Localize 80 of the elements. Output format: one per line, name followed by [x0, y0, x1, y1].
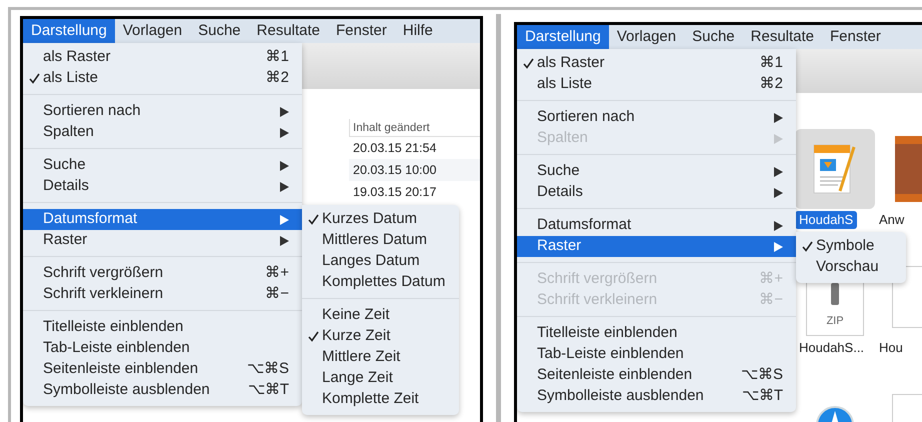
- menu-item[interactable]: Tab-Leiste einblenden: [517, 344, 796, 365]
- menu-bar-item[interactable]: Darstellung: [517, 25, 609, 49]
- menu-item[interactable]: Seitenleiste einblenden ⌥⌘S: [517, 365, 796, 386]
- menu-item[interactable]: Symbole: [796, 236, 906, 257]
- menu-item[interactable]: Titelleiste einblenden: [23, 317, 302, 338]
- submenu-arrow-icon: [280, 106, 289, 116]
- menu-item[interactable]: Mittleres Datum: [302, 230, 460, 251]
- menu-bar-item[interactable]: Darstellung: [23, 19, 115, 43]
- menu-item[interactable]: Spalten: [23, 122, 302, 143]
- check-icon: [29, 73, 40, 84]
- table-cell: 20.03.15 10:00: [349, 159, 480, 181]
- submenu-arrow-icon: [774, 220, 783, 230]
- submenu-arrow-icon: [280, 160, 289, 170]
- menu-item[interactable]: Lange Zeit: [302, 368, 460, 389]
- menu-item[interactable]: Sortieren nach: [517, 107, 796, 128]
- file-name[interactable]: HoudahS: [795, 211, 858, 229]
- menu-item[interactable]: Raster: [23, 230, 302, 251]
- menu-item[interactable]: Kurze Zeit: [302, 326, 460, 347]
- menu-item[interactable]: Symbolleiste ausblenden ⌥⌘T: [517, 386, 796, 407]
- shortcut-label: ⌘+: [264, 263, 289, 284]
- file-name[interactable]: Hou: [875, 339, 907, 357]
- menu-item[interactable]: Kurzes Datum: [302, 209, 460, 230]
- submenu-arrow-icon: [774, 134, 783, 144]
- shortcut-label: ⌥⌘S: [246, 359, 289, 380]
- menu-bar-item[interactable]: Resultate: [742, 25, 822, 49]
- menu-item[interactable]: Suche: [517, 161, 796, 182]
- shortcut-label: ⌘−: [758, 290, 783, 310]
- menu-item[interactable]: Komplettes Datum: [302, 272, 460, 293]
- submenu-arrow-icon: [280, 214, 289, 224]
- menu-item[interactable]: Keine Zeit: [302, 305, 460, 326]
- menu-item[interactable]: Mittlere Zeit: [302, 347, 460, 368]
- menu-item[interactable]: Seitenleiste einblenden ⌥⌘S: [23, 359, 302, 380]
- menu-item[interactable]: Tab-Leiste einblenden: [23, 338, 302, 359]
- menu-bar-item[interactable]: Suche: [684, 25, 743, 49]
- menu-item[interactable]: Schrift vergrößern ⌘+: [23, 263, 302, 284]
- menu-bar-item[interactable]: Fenster: [328, 19, 395, 43]
- menu-bar-item[interactable]: Hilfe: [394, 19, 441, 43]
- menu-item[interactable]: Sortieren nach: [23, 101, 302, 122]
- check-icon: [523, 58, 534, 69]
- shortcut-label: ⌘2: [758, 74, 783, 94]
- submenu-arrow-icon: [774, 166, 783, 176]
- menu-bar-item[interactable]: Vorlagen: [608, 25, 684, 49]
- menu-item[interactable]: Langes Datum: [302, 251, 460, 272]
- menu-item[interactable]: Symbolleiste ausblenden ⌥⌘T: [23, 380, 302, 401]
- shortcut-label: ⌘−: [264, 284, 289, 304]
- menu-item[interactable]: als Raster ⌘1: [517, 53, 796, 74]
- shortcut-label: ⌘+: [758, 269, 783, 290]
- menu-bar-item[interactable]: Vorlagen: [114, 19, 190, 43]
- submenu-arrow-icon: [774, 188, 783, 198]
- shortcut-label: ⌥⌘T: [246, 380, 289, 400]
- menu-item[interactable]: Raster: [517, 236, 796, 257]
- submenu-arrow-icon: [280, 236, 289, 246]
- menu-bar-item[interactable]: Resultate: [248, 19, 328, 43]
- menu-item[interactable]: als Liste ⌘2: [23, 68, 302, 89]
- submenu-arrow-icon: [774, 112, 783, 122]
- menu-item[interactable]: als Raster ⌘1: [23, 47, 302, 68]
- check-icon: [308, 331, 319, 342]
- menu-item[interactable]: Schrift verkleinern ⌘−: [23, 284, 302, 305]
- shortcut-label: ⌘2: [264, 68, 289, 88]
- submenu-arrow-icon: [280, 128, 289, 138]
- menu-item[interactable]: Datumsformat: [517, 215, 796, 236]
- check-icon: [308, 214, 319, 225]
- shortcut-label: ⌘1: [758, 53, 783, 74]
- menu-item[interactable]: Details: [23, 176, 302, 197]
- menu-item[interactable]: Details: [517, 182, 796, 203]
- menu-item[interactable]: Suche: [23, 155, 302, 176]
- shortcut-label: ⌥⌘T: [740, 386, 783, 406]
- submenu-arrow-icon: [280, 182, 289, 192]
- menu-bar-item[interactable]: Fenster: [822, 25, 889, 49]
- check-icon: [802, 241, 813, 252]
- menu-item[interactable]: Datumsformat: [23, 209, 302, 230]
- menu-item[interactable]: als Liste ⌘2: [517, 74, 796, 95]
- menu-item[interactable]: Komplette Zeit: [302, 389, 460, 410]
- menu-bar-item[interactable]: Suche: [190, 19, 249, 43]
- file-name[interactable]: HoudahS...: [795, 339, 868, 357]
- shortcut-label: ⌥⌘S: [740, 365, 783, 386]
- file-name[interactable]: Anw: [875, 211, 908, 229]
- submenu-arrow-icon: [774, 242, 783, 252]
- menu-item[interactable]: Titelleiste einblenden: [517, 323, 796, 344]
- shortcut-label: ⌘1: [264, 47, 289, 68]
